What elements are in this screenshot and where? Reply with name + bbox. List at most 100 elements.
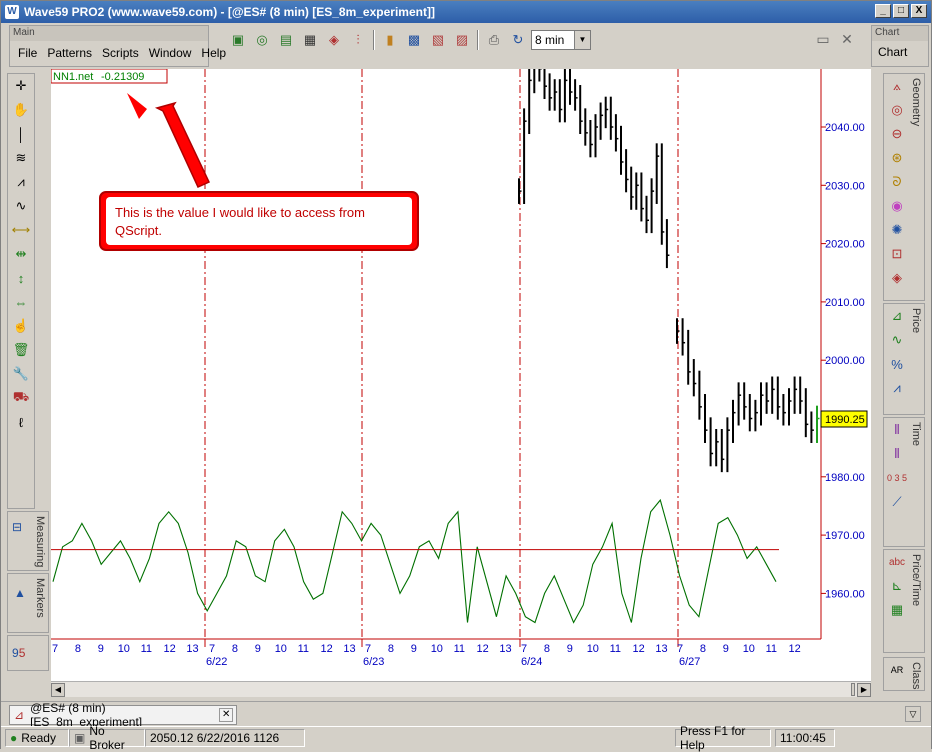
spiral-icon[interactable]: ᘐ bbox=[884, 170, 910, 194]
time-panel: ⦀ ⦀ 0 3 5 ⟋ Time bbox=[883, 417, 925, 547]
hand-icon[interactable]: ✋ bbox=[8, 98, 34, 122]
time-tick-label: 10 bbox=[275, 643, 287, 655]
pattern-icon[interactable]: ⩘ bbox=[8, 170, 34, 194]
bars-icon[interactable]: ⫶ bbox=[347, 29, 369, 51]
import-icon[interactable]: ▨ bbox=[451, 29, 473, 51]
trend-line-icon[interactable]: ∿ bbox=[8, 194, 34, 218]
markers-tab[interactable]: ▲ Markers bbox=[7, 573, 49, 633]
target-icon[interactable]: ◉ bbox=[884, 194, 910, 218]
price-range-icon[interactable]: ⟷ bbox=[8, 218, 34, 242]
chart-canvas[interactable]: 2040.00 2030.00 2020.00 2010.00 2000.00 1990.… bbox=[50, 44, 871, 681]
percent-icon[interactable]: % bbox=[884, 352, 910, 376]
ready-status: ● Ready bbox=[5, 729, 69, 747]
fib-price-icon[interactable]: ↕ bbox=[8, 266, 34, 290]
square-nine-icon[interactable]: ⊛ bbox=[884, 146, 910, 170]
print-icon[interactable]: ⎙ bbox=[483, 29, 505, 51]
time-trend-icon[interactable]: ⟋ bbox=[884, 490, 910, 514]
geometry-tab-label[interactable]: Geometry bbox=[910, 78, 922, 126]
export-icon[interactable]: ▧ bbox=[427, 29, 449, 51]
price-level-icon[interactable]: ⊿ bbox=[884, 304, 910, 328]
time-tick-label: 13 bbox=[186, 643, 198, 655]
price-trend-icon[interactable]: ⩘ bbox=[884, 376, 910, 400]
open-icon[interactable]: ▮ bbox=[379, 29, 401, 51]
wheel-icon[interactable]: ✺ bbox=[884, 218, 910, 242]
time-tick-label: 9 bbox=[723, 643, 729, 655]
price-tick-label: 1970.00 bbox=[825, 530, 865, 542]
diamond-icon[interactable]: ◈ bbox=[884, 266, 910, 290]
time-tab-label[interactable]: Time bbox=[910, 422, 922, 446]
tab-list-chevron-icon[interactable]: ▽ bbox=[905, 706, 921, 722]
restore-panel-button[interactable]: ▭ bbox=[813, 27, 833, 51]
indicator-label-box[interactable]: NN1.net -0.21309 bbox=[50, 68, 168, 84]
close-panel-button[interactable]: ✕ bbox=[837, 27, 857, 51]
menu-help[interactable]: Help bbox=[199, 46, 228, 60]
clock: 11:00:45 bbox=[775, 729, 835, 747]
close-tab-icon[interactable]: ✕ bbox=[219, 708, 233, 722]
menu-file[interactable]: File bbox=[16, 46, 39, 60]
truck-icon[interactable]: ⛟ bbox=[8, 386, 34, 410]
ruler-icon: ⊟ bbox=[12, 520, 23, 534]
price-tab-label[interactable]: Price bbox=[910, 308, 922, 333]
symbol-icon[interactable]: ◈ bbox=[323, 29, 345, 51]
date-label: 6/22 bbox=[206, 656, 227, 668]
ellipse-icon[interactable]: ⊖ bbox=[884, 122, 910, 146]
measuring-tab[interactable]: ⊟ Measuring bbox=[7, 511, 49, 571]
template-icon[interactable]: ▦ bbox=[299, 29, 321, 51]
chart-horizontal-scrollbar[interactable]: ◀ ▶ bbox=[51, 681, 871, 697]
add-indicator-icon[interactable]: ▤ bbox=[275, 29, 297, 51]
chart-panel: Chart Chart bbox=[871, 25, 929, 67]
time-range-icon[interactable]: ⇹ bbox=[8, 242, 34, 266]
class-panel: AR Class bbox=[883, 657, 925, 691]
box-icon[interactable]: ⊡ bbox=[884, 242, 910, 266]
time-tick-label: 11 bbox=[454, 643, 465, 655]
chevron-down-icon[interactable]: ▼ bbox=[574, 31, 590, 49]
grid-icon[interactable]: ▦ bbox=[884, 598, 910, 622]
circle-icon[interactable]: ◎ bbox=[884, 98, 910, 122]
time-tick-label: 8 bbox=[388, 643, 394, 655]
refresh-icon[interactable]: ↻ bbox=[507, 29, 529, 51]
menu-scripts[interactable]: Scripts bbox=[100, 46, 141, 60]
wave-count-icon[interactable]: ≋ bbox=[8, 146, 34, 170]
time-tick-label: 13 bbox=[499, 643, 511, 655]
new-chart-icon[interactable]: ▣ bbox=[227, 29, 249, 51]
scroll-right-icon[interactable]: ▶ bbox=[857, 683, 871, 697]
price-chart[interactable]: 2040.00 2030.00 2020.00 2010.00 2000.00 1990.… bbox=[50, 44, 871, 681]
gann-fan-icon[interactable]: ⟑ bbox=[884, 74, 910, 98]
zoom-icon[interactable]: ◎ bbox=[251, 29, 273, 51]
text-tool-icon[interactable]: abc bbox=[884, 550, 910, 574]
numbers-tab[interactable]: 95 bbox=[7, 635, 49, 671]
cursor-line-icon[interactable]: │ bbox=[8, 122, 34, 146]
save-icon[interactable]: ▩ bbox=[403, 29, 425, 51]
menu-patterns[interactable]: Patterns bbox=[45, 46, 94, 60]
minimize-button[interactable]: _ bbox=[875, 4, 891, 18]
angle-icon[interactable]: ⊾ bbox=[884, 574, 910, 598]
wrench-icon[interactable]: 🔧 bbox=[8, 362, 34, 386]
time-cycles-icon[interactable]: ⦀ bbox=[884, 442, 910, 466]
menu-window[interactable]: Window bbox=[147, 46, 194, 60]
pointer-icon[interactable]: ☝ bbox=[8, 314, 34, 338]
price-tick-label: 1960.00 bbox=[825, 588, 865, 600]
time-bars-icon[interactable]: ⦀ bbox=[884, 418, 910, 442]
fib-time-icon[interactable]: ⇔ bbox=[8, 290, 34, 314]
close-button[interactable]: X bbox=[911, 4, 927, 18]
time-count-icon[interactable]: 0 3 5 bbox=[884, 466, 910, 490]
title-bar[interactable]: W Wave59 PRO2 (www.wave59.com) - [@ES# (… bbox=[1, 1, 931, 23]
crosshair-icon[interactable]: ✛ bbox=[8, 74, 34, 98]
time-tick-label: 12 bbox=[164, 643, 176, 655]
time-tick-label: 8 bbox=[75, 643, 81, 655]
price-time-tab-label[interactable]: Price/Time bbox=[910, 554, 922, 606]
chart-menu[interactable]: Chart bbox=[872, 41, 928, 59]
chart-document-tab[interactable]: ⊿ @ES# (8 min) [ES_8m_experiment] ✕ bbox=[9, 701, 237, 729]
trash-icon[interactable]: 🗑 bbox=[8, 338, 34, 362]
class-icon[interactable]: AR bbox=[884, 658, 910, 682]
timeframe-select[interactable]: 8 min ▼ bbox=[531, 30, 591, 50]
freehand-icon[interactable]: ℓ bbox=[8, 410, 34, 434]
scroll-left-icon[interactable]: ◀ bbox=[51, 683, 65, 697]
price-wave-icon[interactable]: ∿ bbox=[884, 328, 910, 352]
scroll-thumb[interactable] bbox=[851, 683, 855, 696]
time-tick-label: 13 bbox=[655, 643, 667, 655]
maximize-button[interactable]: □ bbox=[893, 4, 909, 18]
time-tick-label: 8 bbox=[544, 643, 550, 655]
class-tab-label[interactable]: Class bbox=[910, 662, 922, 690]
last-price-label: 1990.25 bbox=[825, 414, 865, 426]
